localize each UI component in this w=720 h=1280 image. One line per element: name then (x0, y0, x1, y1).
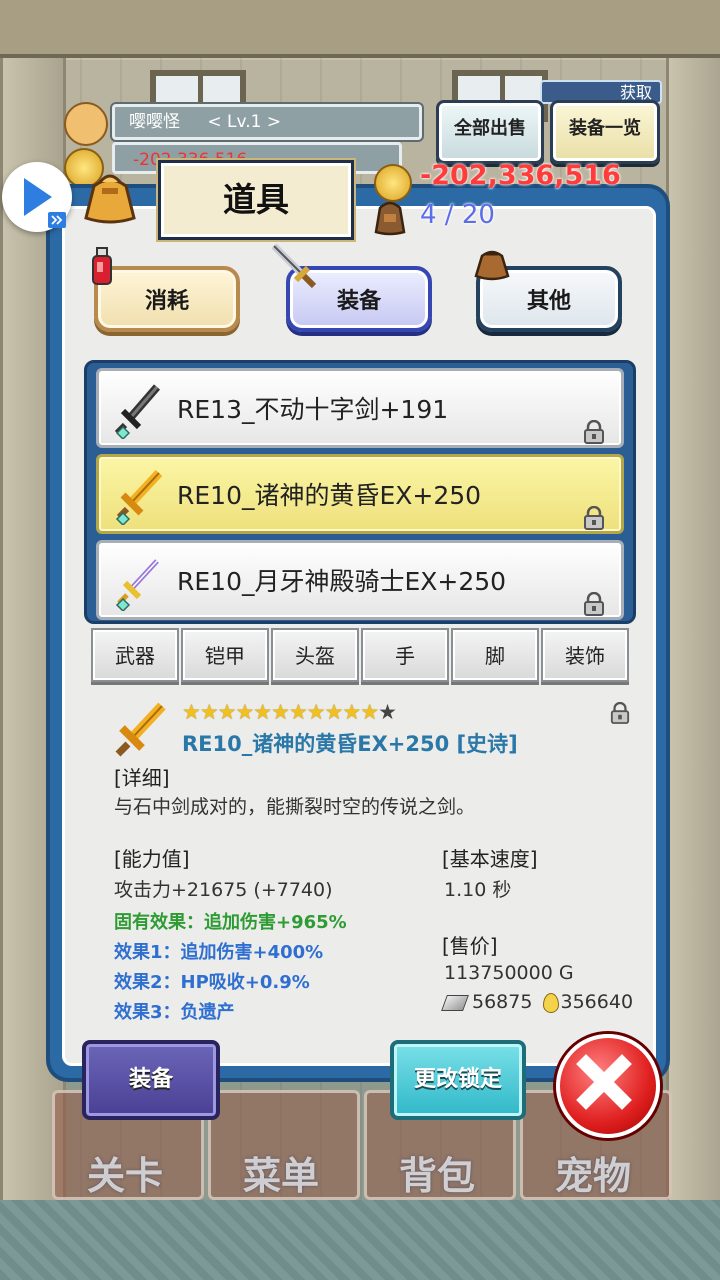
rarity-stars: ★★★★★★★★★★★★ (182, 700, 397, 724)
gold-amount: -202,336,516 (420, 160, 621, 191)
pouch-icon (472, 242, 512, 282)
tab-consumables[interactable]: 消耗 (94, 266, 240, 332)
stats-label: [能力值] (114, 847, 190, 871)
sword-icon (268, 240, 318, 290)
empty-star: ★ (378, 700, 397, 724)
backpack-icon (372, 198, 408, 236)
equip-list-button[interactable]: 装备一览 (550, 100, 660, 164)
list-item[interactable]: RE10_月牙神殿骑士EX+250 (96, 540, 624, 620)
inventory-capacity: 4 / 20 (420, 200, 495, 230)
item-name: RE10_月牙神殿骑士EX+250 (177, 567, 507, 596)
replay-button[interactable] (2, 162, 72, 232)
ingot-icon (441, 994, 469, 1011)
sell-all-button[interactable]: 全部出售 (436, 100, 544, 164)
golden-sword-icon (113, 467, 165, 527)
player-name: 嘤嘤怪 (129, 112, 180, 132)
potion-icon (90, 246, 114, 288)
detail-lock-icon[interactable] (610, 701, 630, 724)
close-icon (576, 1054, 632, 1110)
tab-weapon[interactable]: 武器 (91, 628, 179, 682)
price-label: [售价] (442, 934, 498, 958)
player-level: < Lv.1 > (207, 112, 282, 132)
drop-amount: 356640 (560, 991, 634, 1013)
player-name-bar: 嘤嘤怪 < Lv.1 > (112, 104, 422, 140)
equip-button[interactable]: 装备 (82, 1040, 220, 1120)
lock-icon[interactable] (583, 483, 605, 530)
right-pillar (666, 0, 720, 1210)
list-item[interactable]: RE13_不动十字剑+191 (96, 368, 624, 448)
list-item-selected[interactable]: RE10_诸神的黄昏EX+250 (96, 454, 624, 534)
coin-icon (374, 164, 412, 202)
effect-3: 效果3：负遗产 (114, 1002, 235, 1023)
crescent-sword-icon (113, 553, 165, 613)
nav-stage-label: 关卡 (87, 1154, 164, 1198)
detail-label: [详细] (114, 766, 170, 790)
tab-foot[interactable]: 脚 (451, 628, 539, 682)
tab-helmet[interactable]: 头盔 (271, 628, 359, 682)
detail-sword-icon (114, 700, 168, 758)
top-beam (0, 0, 720, 58)
panel-title: 道具 (158, 160, 354, 240)
floor (0, 1200, 720, 1280)
price-value: 113750000 G (444, 962, 574, 984)
crystal-amount: 56875 (472, 991, 533, 1013)
tab-hand[interactable]: 手 (361, 628, 449, 682)
nav-menu[interactable]: 菜单 (208, 1090, 360, 1200)
attack-stat: 攻击力+21675 (+7740) (114, 879, 333, 901)
effect-1: 效果1：追加伤害+400% (114, 942, 324, 963)
nav-menu-label: 菜单 (243, 1154, 320, 1198)
close-button[interactable] (556, 1034, 660, 1138)
tab-accessory[interactable]: 装饰 (541, 628, 629, 682)
item-name: RE10_诸神的黄昏EX+250 (177, 481, 482, 510)
nav-bag-label: 背包 (399, 1154, 476, 1198)
lock-icon[interactable] (583, 397, 605, 444)
item-name: RE13_不动十字剑+191 (177, 395, 449, 424)
nav-pet-label: 宠物 (555, 1154, 632, 1198)
play-icon (24, 178, 66, 228)
change-lock-button[interactable]: 更改锁定 (390, 1040, 526, 1120)
effect-2: 效果2：HP吸收+0.9% (114, 972, 310, 993)
bag-icon (80, 168, 140, 226)
player-avatar[interactable] (64, 102, 108, 146)
filled-stars: ★★★★★★★★★★★ (182, 700, 379, 724)
speed-label: [基本速度] (442, 847, 538, 871)
detail-item-name: RE10_诸神的黄昏EX+250 [史诗] (182, 732, 518, 756)
dark-sword-icon (113, 381, 165, 441)
tab-armor[interactable]: 铠甲 (181, 628, 269, 682)
price-materials: 56875 356640 (441, 991, 634, 1013)
drop-icon (542, 992, 559, 1013)
lock-icon[interactable] (583, 569, 605, 616)
item-description: 与石中剑成对的，能撕裂时空的传说之剑。 (114, 796, 476, 818)
speed-value: 1.10 秒 (444, 879, 512, 901)
inherent-effect: 固有效果：追加伤害+965% (114, 912, 347, 933)
